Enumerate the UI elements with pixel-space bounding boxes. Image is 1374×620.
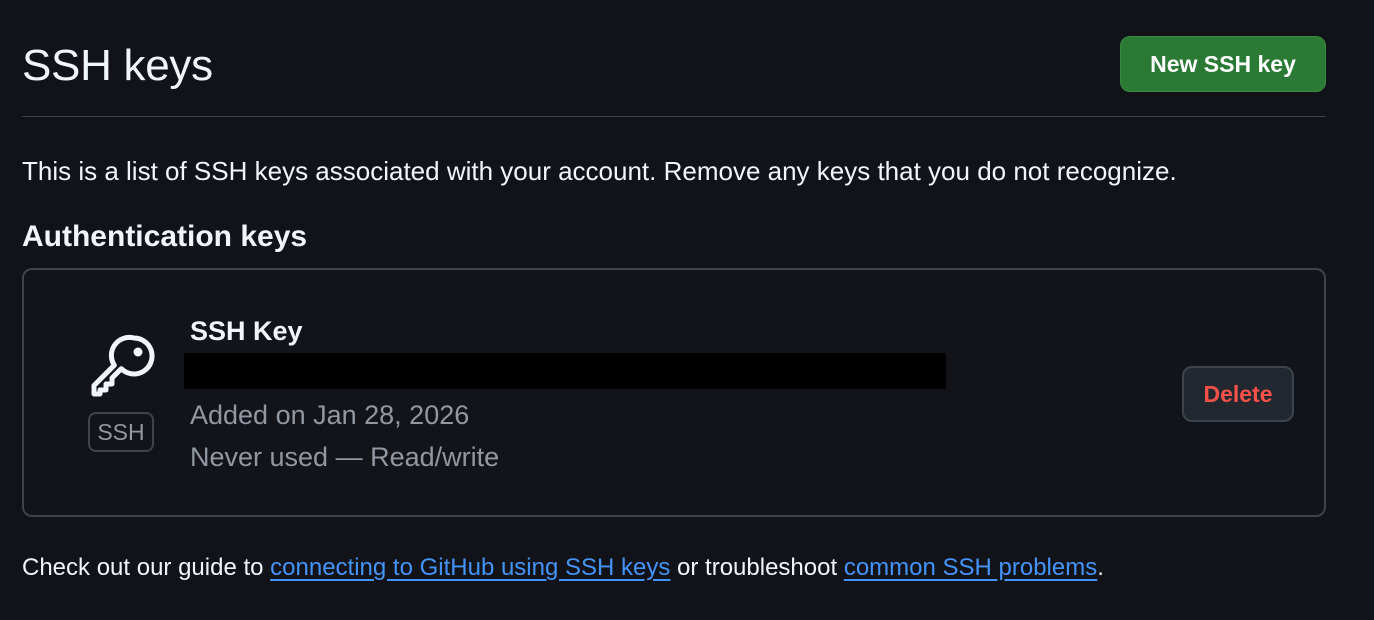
connecting-guide-link[interactable]: connecting to GitHub using SSH keys [270,554,670,581]
footer-suffix: . [1097,554,1104,581]
intro-text: This is a list of SSH keys associated wi… [22,156,1177,186]
troubleshoot-link[interactable]: common SSH problems [844,554,1097,581]
footer-prefix: Check out our guide to [22,554,271,581]
authentication-keys-heading: Authentication keys [22,220,308,253]
page-title: SSH keys [22,41,213,90]
key-usage-status: Never used — Read/write [190,442,500,472]
key-title: SSH Key [190,316,303,346]
key-added-date: Added on Jan 28, 2026 [190,400,470,430]
page-header: SSH keys New SSH key [22,0,1326,117]
key-icon [91,334,155,397]
key-icon-group: SSH [88,334,158,452]
ssh-type-badge: SSH [88,412,154,452]
redacted-fingerprint [184,353,946,389]
delete-button[interactable]: Delete [1182,366,1294,422]
footer-text: Check out our guide to connecting to Git… [22,551,1104,585]
ssh-key-item: SSH SSH Key Added on Jan 28, 2026 Never … [22,268,1326,517]
footer-middle: or troubleshoot [670,554,844,581]
ssh-keys-page: SSH keys New SSH key This is a list of S… [0,0,1374,620]
new-ssh-key-button[interactable]: New SSH key [1120,36,1326,92]
